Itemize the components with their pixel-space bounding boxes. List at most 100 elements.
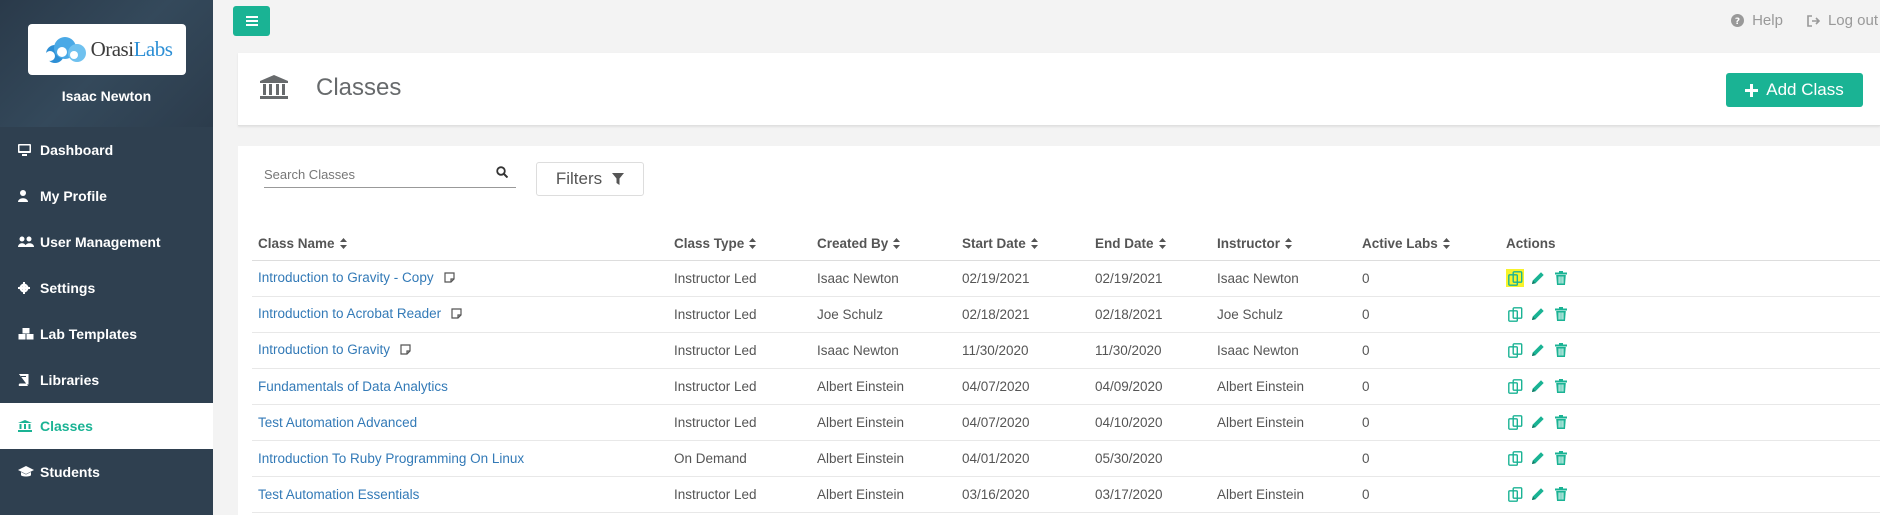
search-icon[interactable] (496, 166, 508, 178)
column-header-label: Start Date (962, 235, 1026, 251)
sidebar-item-lab-templates[interactable]: Lab Templates (0, 311, 213, 357)
class-type-cell: Instructor Led (674, 414, 757, 430)
sidebar-item-libraries[interactable]: Libraries (0, 357, 213, 403)
column-header-created-by[interactable]: Created By (811, 228, 956, 261)
column-header-end-date[interactable]: End Date (1089, 228, 1211, 261)
copy-icon[interactable] (1506, 449, 1524, 467)
pencil-icon[interactable] (1529, 341, 1547, 359)
column-header-label: Created By (817, 235, 889, 251)
class-type-cell: Instructor Led (674, 378, 757, 394)
trash-icon[interactable] (1552, 377, 1570, 395)
trash-icon[interactable] (1552, 305, 1570, 323)
instructor-cell: Albert Einstein (1217, 414, 1305, 430)
sort-icon[interactable] (749, 237, 757, 252)
menu-toggle-button[interactable] (233, 6, 270, 36)
pencil-icon[interactable] (1529, 449, 1547, 467)
filters-button[interactable]: Filters (536, 162, 644, 196)
classes-panel: Filters Class Name Class Type Created By St… (238, 146, 1880, 515)
top-bar: ? Help Log out (213, 0, 1880, 46)
copy-icon[interactable] (1506, 485, 1524, 503)
table-cell: Introduction to Gravity (252, 332, 668, 369)
column-header-active-labs[interactable]: Active Labs (1356, 228, 1500, 261)
help-link[interactable]: ? Help (1731, 12, 1783, 29)
sort-icon[interactable] (339, 237, 347, 252)
cubes-icon (18, 328, 40, 340)
trash-icon[interactable] (1552, 449, 1570, 467)
institution-icon (18, 420, 40, 432)
table-cell: Fundamentals of Data Analytics (252, 368, 668, 405)
start-date-cell: 03/16/2020 (962, 486, 1030, 502)
note-icon[interactable] (400, 343, 411, 358)
trash-icon[interactable] (1552, 485, 1570, 503)
class-name-link[interactable]: Test Automation Advanced (258, 415, 417, 430)
start-date-cell: 04/07/2020 (962, 378, 1030, 394)
user-icon (18, 190, 40, 202)
hamburger-icon (245, 16, 258, 26)
trash-icon[interactable] (1552, 341, 1570, 359)
sidebar-item-classes[interactable]: Classes (0, 403, 213, 449)
sidebar-item-students[interactable]: Students (0, 449, 213, 495)
trash-icon[interactable] (1552, 269, 1570, 287)
logout-link[interactable]: Log out (1807, 12, 1878, 29)
table-cell: Instructor Led (668, 332, 811, 369)
actions-cell (1500, 440, 1880, 477)
pencil-icon[interactable] (1529, 269, 1547, 287)
column-header-label: Active Labs (1362, 235, 1438, 251)
pencil-icon[interactable] (1529, 305, 1547, 323)
copy-icon[interactable] (1506, 377, 1524, 395)
sidebar: OrasiLabs Isaac Newton Dashboard My Prof… (0, 0, 213, 515)
pencil-icon[interactable] (1529, 377, 1547, 395)
table-cell: Isaac Newton (811, 260, 956, 297)
pencil-icon[interactable] (1529, 413, 1547, 431)
copy-icon[interactable] (1506, 269, 1524, 287)
copy-icon[interactable] (1506, 305, 1524, 323)
table-row: Introduction to Acrobat Reader Instructor… (252, 296, 1880, 333)
table-cell: 0 (1356, 296, 1500, 333)
trash-icon[interactable] (1552, 413, 1570, 431)
note-icon[interactable] (443, 271, 455, 286)
sidebar-item-my-profile[interactable]: My Profile (0, 173, 213, 219)
class-name-link[interactable]: Introduction to Gravity (258, 342, 390, 357)
start-date-cell: 04/07/2020 (962, 414, 1030, 430)
sort-icon[interactable] (1285, 237, 1293, 252)
row-actions (1506, 485, 1880, 503)
pencil-icon[interactable] (1529, 485, 1547, 503)
start-date-cell: 02/18/2021 (962, 306, 1030, 322)
table-cell: Introduction to Gravity - Copy (252, 260, 668, 297)
table-cell: 03/17/2020 (1089, 476, 1211, 513)
sort-icon[interactable] (1442, 237, 1450, 252)
column-header-class-type[interactable]: Class Type (668, 228, 811, 261)
table-row: Test Automation Essentials Instructor Led… (252, 476, 1880, 513)
table-cell: Albert Einstein (1211, 368, 1356, 405)
sort-icon[interactable] (893, 237, 901, 252)
sort-icon[interactable] (1158, 237, 1166, 252)
class-name-link[interactable]: Introduction to Acrobat Reader (258, 306, 441, 321)
orasilabs-logo[interactable]: OrasiLabs (27, 24, 186, 75)
actions-cell (1500, 404, 1880, 441)
created-by-cell: Albert Einstein (817, 378, 905, 394)
add-class-button[interactable]: Add Class (1726, 73, 1863, 107)
copy-icon[interactable] (1506, 341, 1524, 359)
sort-icon[interactable] (1030, 237, 1038, 252)
instructor-cell: Albert Einstein (1217, 378, 1305, 394)
class-name-link[interactable]: Fundamentals of Data Analytics (258, 379, 448, 394)
sidebar-item-settings[interactable]: Settings (0, 265, 213, 311)
column-header-class-name[interactable]: Class Name (252, 228, 668, 261)
column-header-start-date[interactable]: Start Date (956, 228, 1089, 261)
class-name-link[interactable]: Test Automation Essentials (258, 487, 419, 502)
sidebar-item-user-management[interactable]: User Management (0, 219, 213, 265)
sidebar-item-label: My Profile (40, 188, 107, 204)
table-cell: Joe Schulz (1211, 296, 1356, 333)
class-name-link[interactable]: Introduction To Ruby Programming On Linu… (258, 451, 524, 466)
end-date-cell: 02/19/2021 (1095, 270, 1163, 286)
sidebar-item-dashboard[interactable]: Dashboard (0, 127, 213, 173)
class-name-link[interactable]: Introduction to Gravity - Copy (258, 270, 434, 285)
active-labs-cell: 0 (1362, 306, 1370, 322)
column-header-instructor[interactable]: Instructor (1211, 228, 1356, 261)
table-cell: On Demand (668, 440, 811, 477)
search-input[interactable] (264, 162, 484, 186)
note-icon[interactable] (451, 307, 462, 322)
table-cell: Albert Einstein (811, 368, 956, 405)
table-cell: 0 (1356, 404, 1500, 441)
copy-icon[interactable] (1506, 413, 1524, 431)
